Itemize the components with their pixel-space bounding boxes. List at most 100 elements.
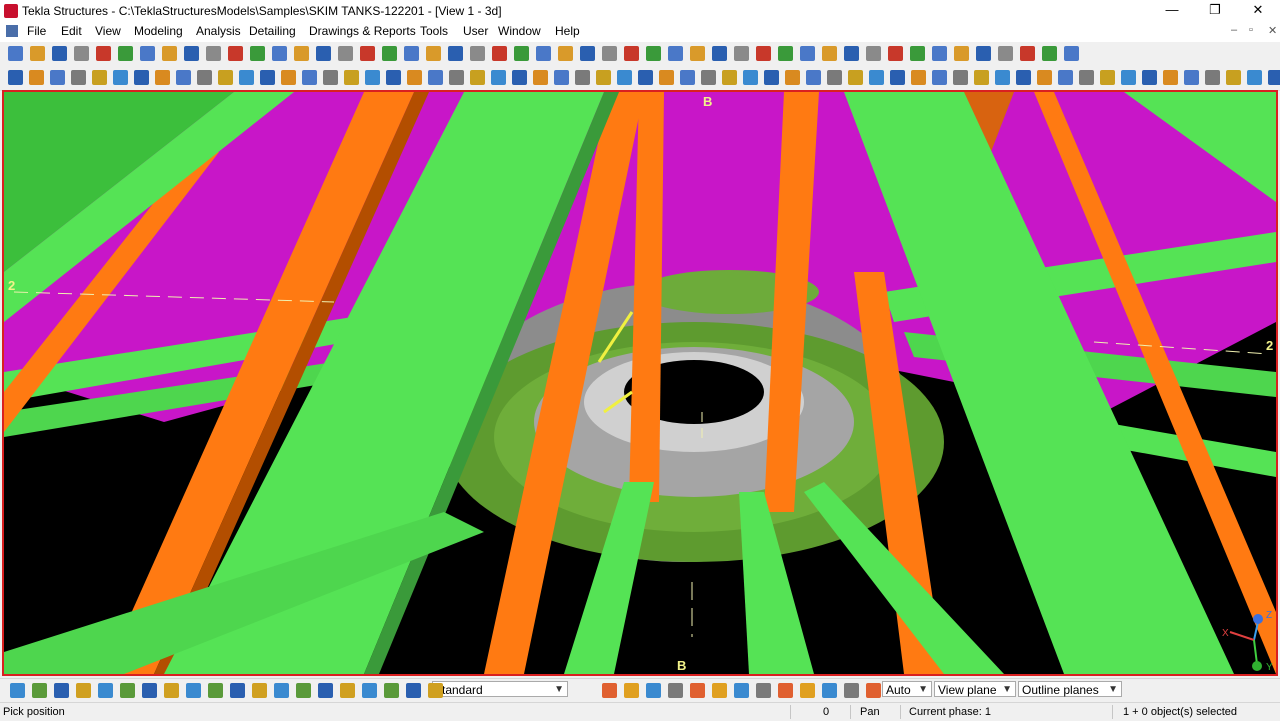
document-icon[interactable] [6,25,18,37]
toolbar-tool-icon[interactable] [756,46,771,61]
toolbar-tool-icon[interactable] [646,683,661,698]
toolbar-tool-icon[interactable] [932,70,947,85]
toolbar-tool-icon[interactable] [638,70,653,85]
toolbar-tool-icon[interactable] [1268,70,1280,85]
close-button[interactable]: ✕ [1236,0,1280,22]
toolbar-tool-icon[interactable] [1064,46,1079,61]
toolbar-tool-icon[interactable] [52,46,67,61]
toolbar-tool-icon[interactable] [512,70,527,85]
toolbar-tool-icon[interactable] [250,46,265,61]
toolbar-tool-icon[interactable] [96,46,111,61]
toolbar-tool-icon[interactable] [602,46,617,61]
toolbar-tool-icon[interactable] [8,70,23,85]
menu-drawings-reports[interactable]: Drawings & Reports [309,24,416,38]
toolbar-tool-icon[interactable] [386,70,401,85]
toolbar-tool-icon[interactable] [470,70,485,85]
toolbar-tool-icon[interactable] [30,46,45,61]
toolbar-tool-icon[interactable] [778,46,793,61]
toolbar-tool-icon[interactable] [1163,70,1178,85]
toolbar-tool-icon[interactable] [316,46,331,61]
toolbar-tool-icon[interactable] [344,70,359,85]
toolbar-tool-icon[interactable] [120,683,135,698]
toolbar-tool-icon[interactable] [50,70,65,85]
toolbar-tool-icon[interactable] [869,70,884,85]
toolbar-tool-icon[interactable] [98,683,113,698]
toolbar-tool-icon[interactable] [1121,70,1136,85]
toolbar-tool-icon[interactable] [260,70,275,85]
toolbar-tool-icon[interactable] [449,70,464,85]
toolbar-tool-icon[interactable] [690,683,705,698]
model-canvas[interactable]: Z X Y [4,92,1276,674]
toolbar-tool-icon[interactable] [491,70,506,85]
toolbar-tool-icon[interactable] [155,70,170,85]
toolbar-tool-icon[interactable] [1184,70,1199,85]
toolbar-tool-icon[interactable] [514,46,529,61]
toolbar-tool-icon[interactable] [360,46,375,61]
toolbar-tool-icon[interactable] [296,683,311,698]
toolbar-tool-icon[interactable] [932,46,947,61]
toolbar-tool-icon[interactable] [1058,70,1073,85]
toolbar-tool-icon[interactable] [822,46,837,61]
menu-help[interactable]: Help [555,24,580,38]
toolbar-tool-icon[interactable] [186,683,201,698]
menu-analysis[interactable]: Analysis [196,24,241,38]
menu-edit[interactable]: Edit [61,24,82,38]
toolbar-tool-icon[interactable] [74,46,89,61]
toolbar-tool-icon[interactable] [712,683,727,698]
toolbar-tool-icon[interactable] [800,683,815,698]
toolbar-tool-icon[interactable] [340,683,355,698]
toolbar-tool-icon[interactable] [954,46,969,61]
toolbar-tool-icon[interactable] [995,70,1010,85]
toolbar-tool-icon[interactable] [778,683,793,698]
toolbar-tool-icon[interactable] [1142,70,1157,85]
toolbar-tool-icon[interactable] [848,70,863,85]
toolbar-tool-icon[interactable] [1247,70,1262,85]
minimize-button[interactable]: — [1150,0,1194,22]
toolbar-tool-icon[interactable] [142,683,157,698]
toolbar-tool-icon[interactable] [134,70,149,85]
toolbar-tool-icon[interactable] [866,46,881,61]
toolbar-tool-icon[interactable] [974,70,989,85]
model-view-3d[interactable]: Z X Y B B 2 2 [2,90,1278,676]
toolbar-tool-icon[interactable] [470,46,485,61]
toolbar-tool-icon[interactable] [806,70,821,85]
toolbar-tool-icon[interactable] [294,46,309,61]
toolbar-tool-icon[interactable] [624,46,639,61]
toolbar-tool-icon[interactable] [533,70,548,85]
toolbar-tool-icon[interactable] [617,70,632,85]
toolbar-tool-icon[interactable] [910,46,925,61]
mdi-restore-button[interactable]: ▫ [1249,24,1253,36]
toolbar-tool-icon[interactable] [230,683,245,698]
toolbar-tool-icon[interactable] [252,683,267,698]
toolbar-tool-icon[interactable] [1042,46,1057,61]
toolbar-tool-icon[interactable] [596,70,611,85]
toolbar-tool-icon[interactable] [827,70,842,85]
toolbar-tool-icon[interactable] [197,70,212,85]
toolbar-tool-icon[interactable] [1016,70,1031,85]
toolbar-tool-icon[interactable] [365,70,380,85]
mdi-close-button[interactable]: ✕ [1268,24,1277,37]
menu-window[interactable]: Window [498,24,541,38]
toolbar-tool-icon[interactable] [998,46,1013,61]
toolbar-tool-icon[interactable] [1020,46,1035,61]
toolbar-tool-icon[interactable] [800,46,815,61]
toolbar-tool-icon[interactable] [428,70,443,85]
toolbar-tool-icon[interactable] [32,683,47,698]
toolbar-tool-icon[interactable] [302,70,317,85]
toolbar-tool-icon[interactable] [406,683,421,698]
toolbar-tool-icon[interactable] [428,683,443,698]
toolbar-tool-icon[interactable] [558,46,573,61]
toolbar-tool-icon[interactable] [953,70,968,85]
toolbar-tool-icon[interactable] [668,46,683,61]
toolbar-tool-icon[interactable] [580,46,595,61]
toolbar-tool-icon[interactable] [575,70,590,85]
toolbar-tool-icon[interactable] [407,70,422,85]
toolbar-tool-icon[interactable] [208,683,223,698]
toolbar-tool-icon[interactable] [1079,70,1094,85]
toolbar-tool-icon[interactable] [323,70,338,85]
toolbar-tool-icon[interactable] [8,46,23,61]
toolbar-tool-icon[interactable] [176,70,191,85]
toolbar-tool-icon[interactable] [318,683,333,698]
toolbar-tool-icon[interactable] [218,70,233,85]
toolbar-tool-icon[interactable] [274,683,289,698]
